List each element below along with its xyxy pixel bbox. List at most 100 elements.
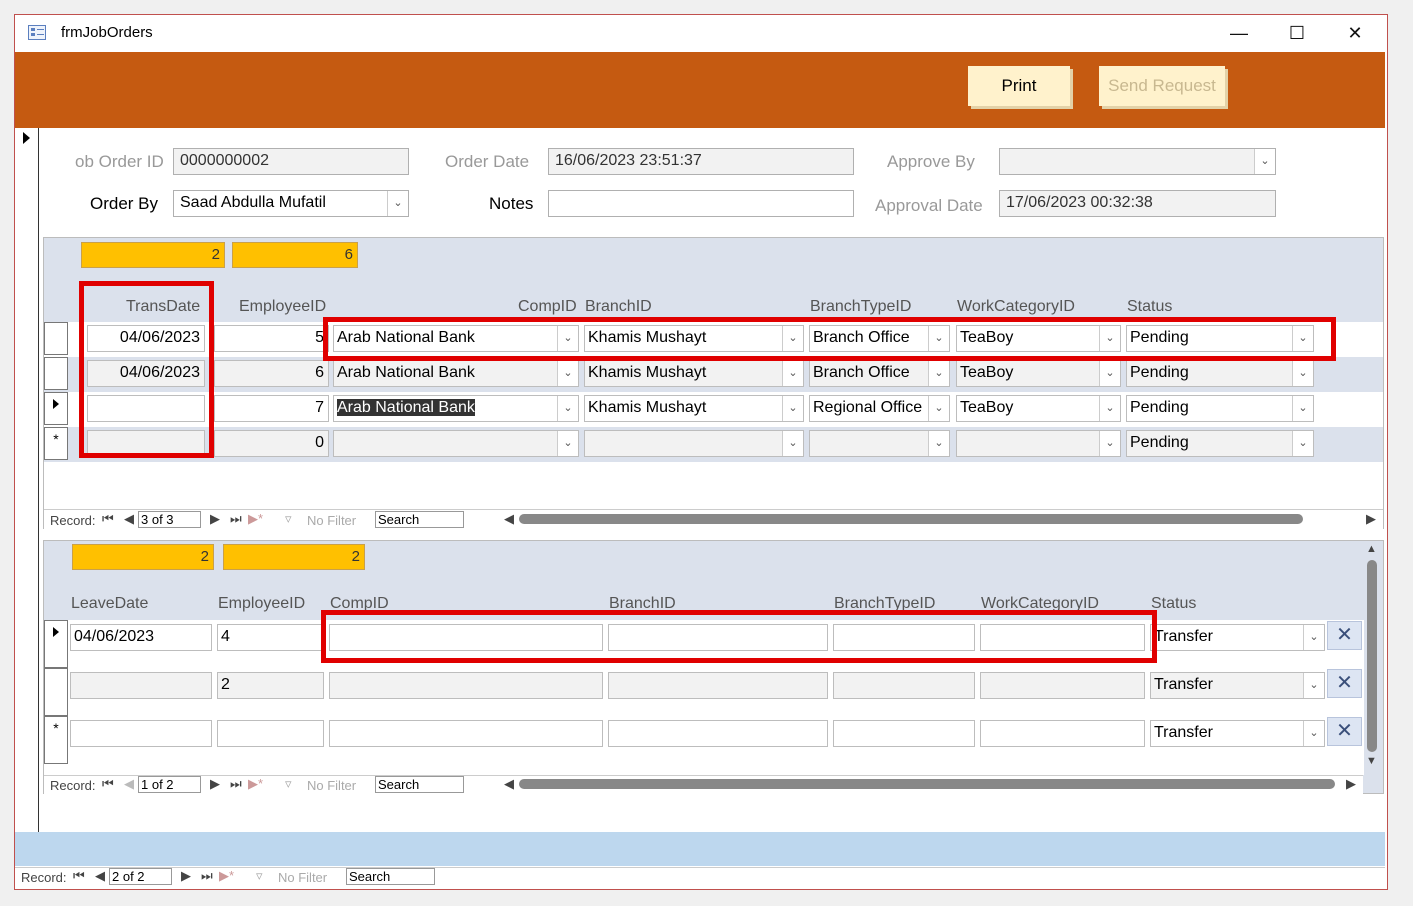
chevron-down-icon[interactable]: ⌄ (1303, 625, 1324, 650)
last-record-icon[interactable]: ⏭ (230, 511, 242, 527)
first-record-icon[interactable]: ⏮ (73, 868, 85, 884)
record-position[interactable]: 3 of 3 (138, 511, 201, 528)
chevron-down-icon[interactable]: ⌄ (928, 396, 949, 421)
chevron-down-icon[interactable]: ⌄ (928, 361, 949, 386)
new-record-nav-icon[interactable]: ▶* (219, 868, 234, 884)
prev-record-icon[interactable]: ◀ (95, 868, 105, 884)
new-record-nav-icon[interactable]: ▶* (248, 511, 263, 527)
employeeid-cell[interactable]: 6 (214, 360, 329, 387)
search-input[interactable]: Search (375, 511, 464, 528)
chevron-down-icon[interactable]: ⌄ (387, 191, 408, 216)
next-record-icon[interactable]: ▶ (210, 511, 220, 527)
status-combo[interactable]: Transfer ⌄ (1150, 624, 1325, 651)
close-icon[interactable]: ✕ (1342, 22, 1368, 44)
leavedate-cell[interactable] (70, 720, 212, 747)
workcategoryid-cell[interactable] (980, 720, 1145, 747)
branchid-combo[interactable]: Khamis Mushayt ⌄ (584, 395, 804, 422)
branchtypeid-cell[interactable] (833, 720, 975, 747)
next-record-icon[interactable]: ▶ (181, 868, 191, 884)
employeeid-cell[interactable] (217, 720, 324, 747)
minimize-icon[interactable]: — (1226, 22, 1252, 44)
chevron-down-icon[interactable]: ⌄ (1099, 431, 1120, 456)
order-by-combo[interactable]: Saad Abdulla Mufatil ⌄ (173, 190, 409, 217)
status-combo[interactable]: Transfer ⌄ (1150, 672, 1325, 699)
status-combo[interactable]: Pending ⌄ (1126, 395, 1314, 422)
compid-combo[interactable]: ⌄ (333, 430, 579, 457)
status-combo[interactable]: Pending ⌄ (1126, 430, 1314, 457)
new-record-icon[interactable]: * (44, 716, 68, 764)
no-filter-label[interactable]: No Filter (278, 870, 327, 885)
compid-cell[interactable] (329, 720, 603, 747)
compid-combo[interactable]: Arab National Bank ⌄ (333, 395, 579, 422)
notes-field[interactable] (548, 190, 854, 217)
leavedate-cell[interactable]: 04/06/2023 (70, 624, 212, 651)
chevron-down-icon[interactable]: ⌄ (1303, 721, 1324, 746)
filter-icon[interactable]: ▿ (256, 868, 263, 884)
prev-record-icon[interactable]: ◀ (124, 776, 134, 792)
chevron-down-icon[interactable]: ⌄ (782, 361, 803, 386)
first-record-icon[interactable]: ⏮ (102, 511, 114, 527)
chevron-down-icon[interactable]: ⌄ (1292, 361, 1313, 386)
row-selector-current[interactable] (44, 392, 68, 425)
delete-row-button[interactable]: ✕ (1327, 717, 1362, 746)
new-record-nav-icon[interactable]: ▶* (248, 776, 263, 792)
branchtypeid-combo[interactable]: Branch Office ⌄ (809, 360, 950, 387)
last-record-icon[interactable]: ⏭ (201, 868, 213, 884)
scroll-left-icon[interactable]: ◀ (504, 511, 514, 527)
chevron-down-icon[interactable]: ⌄ (1292, 431, 1313, 456)
employeeid-cell[interactable]: 5 (214, 325, 329, 352)
scroll-down-icon[interactable]: ▼ (1366, 755, 1377, 767)
approval-date-field[interactable]: 17/06/2023 00:32:38 (999, 190, 1276, 217)
scroll-right-icon[interactable]: ▶ (1366, 511, 1376, 527)
print-button[interactable]: Print (968, 66, 1070, 106)
scroll-up-icon[interactable]: ▲ (1366, 543, 1377, 555)
horizontal-scrollbar[interactable] (519, 779, 1335, 789)
leavedate-cell[interactable] (70, 672, 212, 699)
search-input[interactable]: Search (346, 868, 435, 885)
chevron-down-icon[interactable]: ⌄ (782, 431, 803, 456)
send-request-button[interactable]: Send Request (1099, 66, 1225, 106)
no-filter-label[interactable]: No Filter (307, 513, 356, 528)
chevron-down-icon[interactable]: ⌄ (1099, 396, 1120, 421)
compid-combo[interactable]: Arab National Bank ⌄ (333, 360, 579, 387)
last-record-icon[interactable]: ⏭ (230, 776, 242, 792)
branchid-cell[interactable] (608, 720, 828, 747)
branchid-combo[interactable]: ⌄ (584, 430, 804, 457)
filter-icon[interactable]: ▿ (285, 511, 292, 527)
branchtypeid-combo[interactable]: Regional Office ⌄ (809, 395, 950, 422)
record-position[interactable]: 1 of 2 (138, 776, 201, 793)
workcategoryid-combo[interactable]: TeaBoy ⌄ (956, 360, 1121, 387)
horizontal-scrollbar[interactable] (519, 514, 1303, 524)
scroll-left-icon[interactable]: ◀ (504, 776, 514, 792)
record-position[interactable]: 2 of 2 (109, 868, 172, 885)
workcategoryid-combo[interactable]: TeaBoy ⌄ (956, 395, 1121, 422)
workcategoryid-combo[interactable]: ⌄ (956, 430, 1121, 457)
workcategoryid-cell[interactable] (980, 672, 1145, 699)
employeeid-cell[interactable]: 7 (214, 395, 329, 422)
row-selector[interactable] (44, 357, 68, 390)
prev-record-icon[interactable]: ◀ (124, 511, 134, 527)
order-date-field[interactable]: 16/06/2023 23:51:37 (548, 148, 854, 175)
row-selector-current[interactable] (44, 620, 68, 668)
branchtypeid-cell[interactable] (833, 672, 975, 699)
chevron-down-icon[interactable]: ⌄ (1292, 396, 1313, 421)
next-record-icon[interactable]: ▶ (210, 776, 220, 792)
chevron-down-icon[interactable]: ⌄ (1099, 361, 1120, 386)
row-selector[interactable] (44, 322, 68, 355)
delete-row-button[interactable]: ✕ (1327, 669, 1362, 698)
delete-row-button[interactable]: ✕ (1327, 621, 1362, 650)
filter-icon[interactable]: ▿ (285, 776, 292, 792)
chevron-down-icon[interactable]: ⌄ (1303, 673, 1324, 698)
row-selector[interactable] (44, 668, 68, 716)
status-combo[interactable]: Pending ⌄ (1126, 360, 1314, 387)
compid-cell[interactable] (329, 672, 603, 699)
job-order-id-field[interactable]: 0000000002 (173, 148, 409, 175)
search-input[interactable]: Search (375, 776, 464, 793)
chevron-down-icon[interactable]: ⌄ (557, 431, 578, 456)
chevron-down-icon[interactable]: ⌄ (557, 396, 578, 421)
employeeid-cell[interactable]: 0 (214, 430, 329, 457)
branchtypeid-combo[interactable]: ⌄ (809, 430, 950, 457)
branchid-combo[interactable]: Khamis Mushayt ⌄ (584, 360, 804, 387)
scroll-right-icon[interactable]: ▶ (1346, 776, 1356, 792)
chevron-down-icon[interactable]: ⌄ (1254, 149, 1275, 174)
